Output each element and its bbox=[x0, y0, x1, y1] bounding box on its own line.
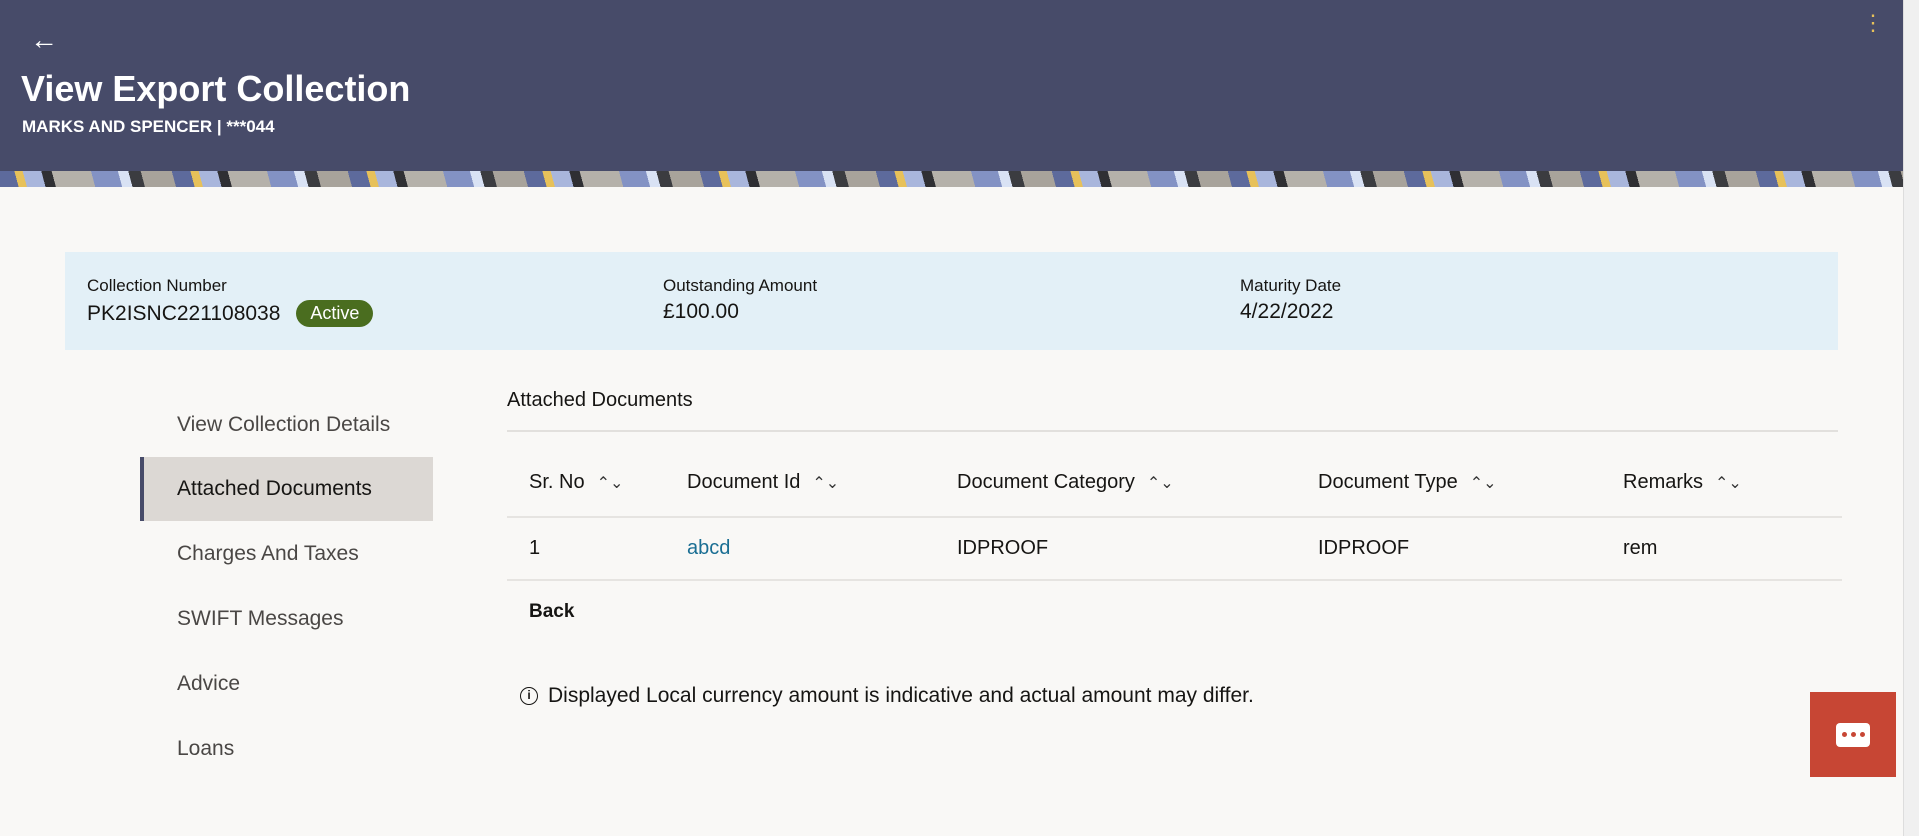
info-icon: i bbox=[520, 687, 538, 705]
nav-item-attached-documents[interactable]: Attached Documents bbox=[140, 457, 433, 521]
collection-number-label: Collection Number bbox=[87, 276, 227, 295]
side-nav: View Collection Details Attached Documen… bbox=[140, 392, 433, 781]
outstanding-amount-label: Outstanding Amount bbox=[663, 276, 818, 295]
sort-icon[interactable]: ⌃⌄ bbox=[1147, 475, 1174, 492]
chat-button[interactable] bbox=[1810, 692, 1896, 777]
outstanding-amount: £100.00 bbox=[663, 300, 739, 323]
nav-item-view-collection-details[interactable]: View Collection Details bbox=[140, 392, 433, 457]
collection-summary: Collection Number PK2ISNC221108038 Active… bbox=[65, 252, 1838, 350]
nav-item-loans[interactable]: Loans bbox=[140, 716, 433, 781]
nav-item-charges-and-taxes[interactable]: Charges And Taxes bbox=[140, 521, 433, 586]
section-title: Attached Documents bbox=[507, 389, 693, 411]
column-label: Remarks bbox=[1623, 470, 1704, 493]
page-title: View Export Collection bbox=[21, 68, 411, 109]
table-header-row: Sr. No ⌃⌄ Document Id ⌃⌄ Document Category… bbox=[507, 448, 1842, 518]
cell-category: IDPROOF bbox=[957, 517, 1318, 581]
sort-icon[interactable]: ⌃⌄ bbox=[1470, 475, 1497, 492]
column-label: Document Id bbox=[687, 470, 801, 493]
collection-number: PK2ISNC221108038 bbox=[87, 301, 281, 325]
cell-type: IDPROOF bbox=[1318, 517, 1623, 581]
back-button[interactable]: Back bbox=[529, 601, 574, 623]
chat-icon bbox=[1836, 722, 1870, 747]
column-label: Sr. No bbox=[529, 470, 585, 493]
document-id-link[interactable]: abcd bbox=[687, 537, 730, 559]
more-options-icon[interactable]: ⋮ bbox=[1862, 12, 1884, 34]
sort-icon[interactable]: ⌃⌄ bbox=[597, 475, 624, 492]
nav-item-advice[interactable]: Advice bbox=[140, 651, 433, 716]
table-row: 1 abcd IDPROOF IDPROOF rem bbox=[507, 517, 1842, 581]
sort-icon[interactable]: ⌃⌄ bbox=[812, 475, 839, 492]
scrollbar[interactable] bbox=[1903, 0, 1919, 836]
info-text: Displayed Local currency amount is indic… bbox=[548, 684, 1254, 707]
page-header: ← ⋮ View Export Collection MARKS AND SPE… bbox=[0, 0, 1903, 171]
info-note: i Displayed Local currency amount is ind… bbox=[520, 684, 1254, 708]
column-header-sr-no[interactable]: Sr. No ⌃⌄ bbox=[507, 448, 687, 518]
column-label: Document Category bbox=[957, 470, 1135, 493]
column-header-document-type[interactable]: Document Type ⌃⌄ bbox=[1318, 448, 1623, 518]
back-arrow-icon[interactable]: ← bbox=[30, 24, 58, 56]
maturity-date-label: Maturity Date bbox=[1240, 276, 1342, 295]
maturity-date: 4/22/2022 bbox=[1240, 300, 1334, 323]
documents-table: Sr. No ⌃⌄ Document Id ⌃⌄ Document Category… bbox=[507, 448, 1842, 581]
cell-remarks: rem bbox=[1623, 517, 1842, 581]
column-label: Document Type bbox=[1318, 470, 1458, 493]
column-header-document-id[interactable]: Document Id ⌃⌄ bbox=[687, 448, 957, 518]
page-subtitle: MARKS AND SPENCER | ***044 bbox=[22, 117, 275, 136]
status-badge: Active bbox=[296, 300, 374, 327]
column-header-document-category[interactable]: Document Category ⌃⌄ bbox=[957, 448, 1318, 518]
divider bbox=[507, 430, 1838, 432]
nav-item-swift-messages[interactable]: SWIFT Messages bbox=[140, 586, 433, 651]
cell-sr-no: 1 bbox=[507, 517, 687, 581]
header-pattern-strip bbox=[0, 171, 1903, 187]
sort-icon[interactable]: ⌃⌄ bbox=[1715, 475, 1742, 492]
column-header-remarks[interactable]: Remarks ⌃⌄ bbox=[1623, 448, 1842, 518]
